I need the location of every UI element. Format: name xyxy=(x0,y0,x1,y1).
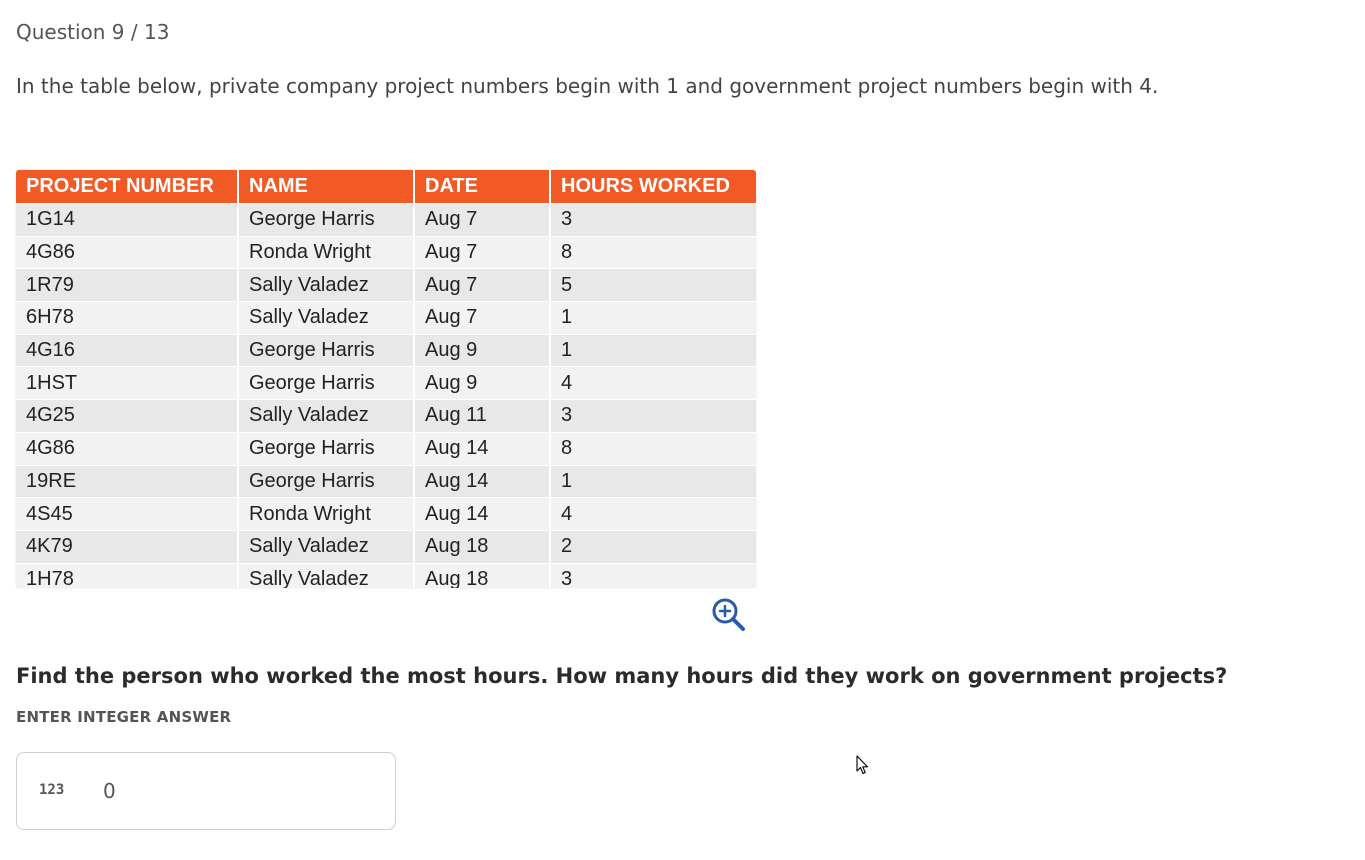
cell-hours-worked: 1 xyxy=(550,333,756,367)
cell-hours-worked: 8 xyxy=(550,431,756,465)
cell-name: Sally Valadez xyxy=(238,268,415,302)
cell-hours-worked: 4 xyxy=(550,497,756,531)
table-row: 1HST George Harris Aug 94 xyxy=(16,366,756,400)
cell-hours-worked: 3 xyxy=(550,203,756,237)
table-row: 4G86 Ronda Wright Aug 78 xyxy=(16,235,756,269)
cell-name: George Harris xyxy=(238,431,415,465)
cell-name: Ronda Wright xyxy=(238,497,415,531)
table-row: 4G16 George Harris Aug 91 xyxy=(16,333,756,367)
cell-project-number: 4K79 xyxy=(16,529,239,564)
answer-field-container[interactable]: 123 xyxy=(16,752,396,830)
cell-hours-worked: 1 xyxy=(550,464,756,498)
cell-name: Sally Valadez xyxy=(238,529,415,564)
cell-hours-worked: 2 xyxy=(550,529,756,564)
cell-project-number: 19RE xyxy=(16,464,239,498)
question-page: Question 9 / 13 In the table below, priv… xyxy=(0,0,1365,860)
mouse-pointer-icon xyxy=(856,755,869,775)
table-row: 6H78 Sally Valadez Aug 71 xyxy=(16,301,756,335)
cell-date: Aug 7 xyxy=(414,203,551,237)
cell-date: Aug 14 xyxy=(414,464,551,498)
cell-hours-worked: 8 xyxy=(550,235,756,269)
numeric-input-icon: 123 xyxy=(39,782,65,798)
cell-date: Aug 18 xyxy=(414,529,551,564)
cell-hours-worked: 3 xyxy=(550,562,756,588)
cell-date: Aug 18 xyxy=(414,562,551,588)
header-hours-worked: HOURS WORKED xyxy=(550,170,756,204)
header-date: DATE xyxy=(414,170,551,204)
cell-project-number: 1H78 xyxy=(16,562,239,588)
cell-name: George Harris xyxy=(238,333,415,367)
table-header-row: PROJECT NUMBER NAME DATE HOURS WORKED xyxy=(16,170,756,204)
integer-answer-input[interactable] xyxy=(103,773,373,809)
cell-date: Aug 9 xyxy=(414,366,551,400)
project-table-image: PROJECT NUMBER NAME DATE HOURS WORKED 1G… xyxy=(16,170,756,588)
question-prompt: Find the person who worked the most hour… xyxy=(16,664,1228,688)
question-intro: In the table below, private company proj… xyxy=(16,74,1159,98)
cell-date: Aug 7 xyxy=(414,235,551,269)
cell-project-number: 4G16 xyxy=(16,333,239,367)
cell-date: Aug 14 xyxy=(414,497,551,531)
cell-date: Aug 7 xyxy=(414,301,551,335)
table-body: 1G14 George Harris Aug 7 3 4G86 Ronda Wright A… xyxy=(16,203,756,588)
cell-name: George Harris xyxy=(238,203,415,237)
zoom-in-button[interactable] xyxy=(710,596,746,632)
table-row: 4G25 Sally Valadez Aug 11 3 xyxy=(16,399,756,433)
cell-project-number: 4G25 xyxy=(16,399,239,433)
cell-hours-worked: 1 xyxy=(550,301,756,335)
header-project-number: PROJECT NUMBER xyxy=(16,170,239,204)
cell-name: Sally Valadez xyxy=(238,301,415,335)
cell-date: Aug 7 xyxy=(414,268,551,302)
cell-hours-worked: 5 xyxy=(550,268,756,302)
cell-date: Aug 14 xyxy=(414,431,551,465)
table-row: 4G86 George Harris Aug 14 8 xyxy=(16,431,756,465)
cell-hours-worked: 4 xyxy=(550,366,756,400)
table-row: 1H78 Sally Valadez Aug 18 3 xyxy=(16,562,756,588)
cell-name: Sally Valadez xyxy=(238,562,415,588)
project-hours-table: PROJECT NUMBER NAME DATE HOURS WORKED 1G… xyxy=(16,170,756,588)
cell-project-number: 6H78 xyxy=(16,301,239,335)
cell-project-number: 1HST xyxy=(16,366,239,400)
cell-project-number: 1R79 xyxy=(16,268,239,302)
header-name: NAME xyxy=(238,170,415,204)
table-row: 4S45 Ronda Wright Aug 14 4 xyxy=(16,497,756,531)
answer-label: ENTER INTEGER ANSWER xyxy=(16,708,232,726)
cell-date: Aug 9 xyxy=(414,333,551,367)
question-counter: Question 9 / 13 xyxy=(16,20,170,44)
cell-project-number: 4G86 xyxy=(16,431,239,465)
table-row: 1G14 George Harris Aug 73 xyxy=(16,203,756,237)
table-row: 4K79 Sally Valadez Aug 18 2 xyxy=(16,529,756,564)
cell-project-number: 4S45 xyxy=(16,497,239,531)
zoom-in-icon xyxy=(712,598,745,631)
cell-name: George Harris xyxy=(238,464,415,498)
table-row: 1R79 Sally Valadez Aug 75 xyxy=(16,268,756,302)
table-row: 19RE George Harris Aug 14 1 xyxy=(16,464,756,498)
cell-name: Sally Valadez xyxy=(238,399,415,433)
cell-date: Aug 11 xyxy=(414,399,551,433)
cell-name: Ronda Wright xyxy=(238,235,415,269)
cell-project-number: 4G86 xyxy=(16,235,239,269)
cell-name: George Harris xyxy=(238,366,415,400)
cell-hours-worked: 3 xyxy=(550,399,756,433)
cell-project-number: 1G14 xyxy=(16,203,239,237)
